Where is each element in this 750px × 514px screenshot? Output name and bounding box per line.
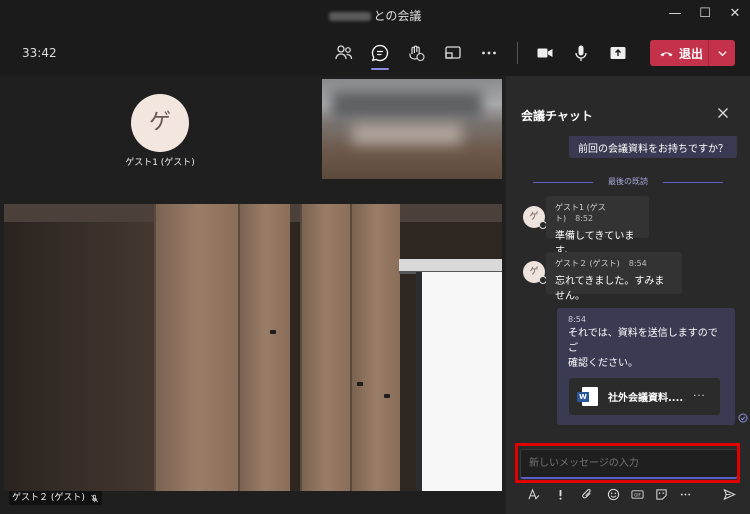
more-options-button[interactable] [678, 487, 692, 501]
attach-button[interactable] [580, 487, 594, 501]
redacted-name [328, 12, 371, 21]
message-avatar[interactable]: ゲ [523, 206, 547, 229]
toolbar-divider [517, 42, 518, 64]
video-name-tag: ゲスト２ (ゲスト) [9, 491, 102, 505]
more-icon [680, 493, 690, 495]
participant-name: ゲスト1 (ゲスト) [125, 158, 195, 168]
message-time: 8:54 [568, 315, 586, 324]
camera-icon [537, 48, 553, 58]
seen-check-icon [738, 413, 748, 423]
sticker-icon [655, 488, 667, 500]
message-avatar[interactable]: ゲ [523, 261, 547, 284]
reactions-icon [409, 45, 425, 62]
attachment-name: 社外会議資料.... [608, 393, 684, 404]
share-icon [610, 47, 626, 59]
close-window-button[interactable]: ✕ [727, 6, 743, 22]
chat-message[interactable]: ゲスト２ (ゲスト) 8:54 忘れてきました。すみません。 [546, 252, 682, 302]
sticker-button[interactable] [654, 487, 668, 501]
mic-button[interactable] [568, 40, 594, 66]
meeting-stage: ゲ ゲスト1 (ゲスト) ゲスト２ (ゲスト) [0, 76, 506, 514]
leave-options-button[interactable] [709, 48, 735, 59]
self-video-preview[interactable] [322, 79, 502, 179]
message-text: 忘れてきました。すみません。 [555, 276, 665, 302]
format-icon [527, 487, 539, 500]
attachment-more-button[interactable]: ··· [693, 391, 706, 402]
last-read-line [533, 182, 593, 183]
maximize-button[interactable]: ☐ [697, 6, 713, 22]
send-button[interactable] [722, 487, 736, 501]
chat-message[interactable]: ゲスト1 (ゲスト)8:52 準備してきています。 [546, 196, 649, 257]
exclamation-icon [558, 489, 562, 500]
message-time: 8:52 [575, 214, 594, 223]
compose-message-input[interactable] [520, 449, 738, 479]
importance-button[interactable] [553, 487, 567, 501]
mic-muted-icon [91, 494, 98, 502]
share-screen-tray-icon [445, 46, 461, 59]
people-button[interactable] [331, 40, 357, 66]
video-closet-door [350, 204, 400, 491]
video-closet-door [300, 204, 350, 491]
hang-up-icon [660, 51, 673, 56]
chat-button[interactable] [367, 40, 393, 70]
minimize-button[interactable]: — [667, 6, 683, 22]
share-tray-button[interactable] [440, 40, 466, 66]
window-title: との会議 [0, 7, 750, 24]
video-door-knob [384, 394, 390, 398]
more-actions-button[interactable] [476, 40, 502, 66]
video-door-knob [357, 382, 363, 386]
gif-icon: GIF [630, 489, 644, 499]
leave-label: 退出 [679, 46, 704, 61]
emoji-button[interactable] [606, 487, 620, 501]
message-sender: ゲスト２ (ゲスト) [555, 259, 620, 268]
camera-button[interactable] [532, 40, 558, 66]
previous-message: 前回の会議資料をお持ちですか？ [569, 136, 737, 158]
last-read-label: 最後の既読 [608, 177, 648, 186]
leave-button[interactable]: 退出 [650, 40, 735, 66]
people-icon [335, 45, 353, 60]
last-read-divider: 最後の既読 [533, 176, 723, 188]
mic-icon [575, 45, 587, 61]
more-icon [482, 51, 496, 55]
chat-icon [371, 44, 389, 62]
chat-panel-title: 会議チャット [521, 109, 593, 123]
leave-main-button[interactable]: 退出 [650, 40, 708, 66]
own-chat-message[interactable]: 8:54 それでは、資料を送信しますのでご 確認ください。 社外会議資料....… [557, 308, 735, 425]
last-read-line [663, 182, 723, 183]
svg-text:GIF: GIF [634, 492, 641, 497]
meeting-chat-panel: 会議チャット 前回の会議資料をお持ちですか？ 最後の既読 ゲ ゲスト1 (ゲスト… [506, 76, 750, 514]
share-content-button[interactable] [605, 40, 631, 66]
paperclip-icon [581, 488, 591, 498]
video-closet-door [154, 204, 270, 491]
file-attachment[interactable]: 社外会議資料.... ··· [569, 378, 720, 415]
participant-video[interactable] [4, 204, 502, 491]
chevron-down-icon [717, 50, 727, 56]
video-window [416, 272, 502, 491]
video-blur-detail [332, 91, 482, 119]
message-time: 8:54 [628, 259, 647, 268]
meeting-timer: 33:42 [22, 46, 57, 60]
meeting-toolbar: 33:42 退出 [0, 30, 750, 76]
video-door-knob [270, 330, 276, 334]
reactions-button[interactable] [403, 40, 429, 66]
video-room-shadow [4, 204, 164, 491]
message-text: それでは、資料を送信しますのでご 確認ください。 [568, 328, 718, 369]
send-icon [722, 488, 736, 500]
video-blur-detail [352, 124, 462, 144]
video-closet-door [238, 204, 290, 491]
gif-button[interactable]: GIF [630, 487, 644, 501]
title-bar: との会議 — ☐ ✕ [0, 0, 750, 30]
participant-avatar[interactable]: ゲ [131, 94, 189, 152]
emoji-icon [607, 488, 619, 500]
close-icon[interactable] [716, 106, 730, 120]
compose-toolbar: GIF [526, 487, 736, 503]
word-file-icon [577, 387, 598, 406]
format-button[interactable] [526, 487, 540, 501]
